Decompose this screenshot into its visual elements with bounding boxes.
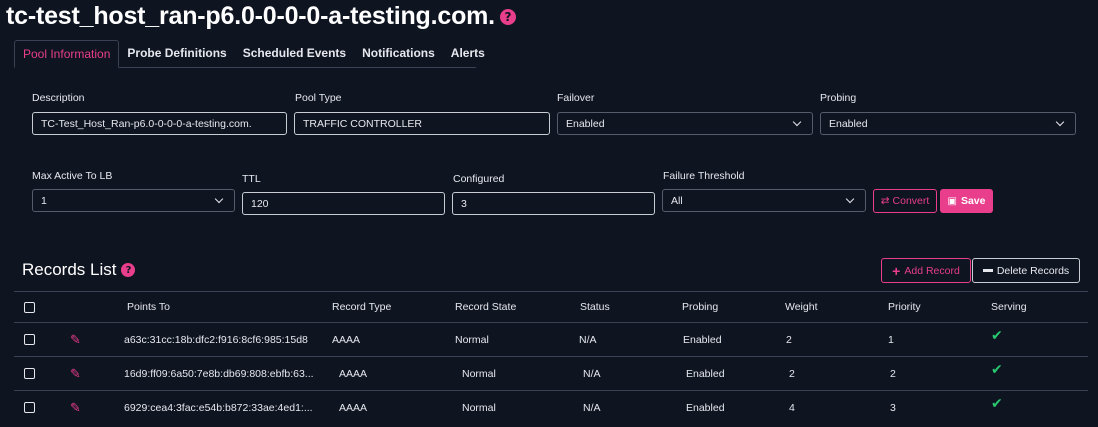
record-state-cell: Normal (455, 333, 489, 346)
priority-cell: 1 (888, 333, 894, 346)
priority-cell: 3 (890, 401, 896, 414)
pool-type-field[interactable]: TRAFFIC CONTROLLER (294, 112, 550, 135)
record-state-cell: Normal (462, 367, 496, 380)
configured-label: Configured (453, 173, 505, 185)
record-type-cell: AAAA (339, 401, 368, 414)
checkmark-icon: ✔ (991, 361, 1003, 377)
configured-value: 3 (461, 197, 467, 210)
page-title: tc-test_host_ran-p6.0-0-0-0-a-testing.co… (6, 2, 516, 31)
configured-input[interactable]: 3 (452, 192, 655, 215)
failure-threshold-select[interactable]: All (662, 189, 866, 212)
probing-label: Probing (820, 92, 857, 104)
column-header[interactable]: Probing (682, 292, 718, 322)
max-active-label: Max Active To LB (32, 170, 113, 182)
points-to-cell: 16d9:ff09:6a50:7e8b:db69:808:ebfb:63... (124, 367, 314, 380)
priority-cell: 2 (890, 367, 896, 380)
failover-label: Failover (557, 92, 595, 104)
max-active-value: 1 (41, 194, 47, 207)
checkmark-icon: ✔ (991, 327, 1003, 343)
table-row: ✎ 16d9:ff09:6a50:7e8b:db69:808:ebfb:63..… (14, 356, 1088, 390)
max-active-select[interactable]: 1 (32, 189, 235, 212)
description-field[interactable]: TC-Test_Host_Ran-p6.0-0-0-0-a-testing.co… (32, 112, 287, 135)
chevron-down-icon (792, 117, 802, 126)
table-header: Points To Record Type Record State Statu… (14, 291, 1088, 322)
chevron-down-icon (1055, 117, 1065, 126)
convert-label: Convert (892, 195, 930, 207)
table-row: ✎ a63c:31cc:18b:dfc2:f916:8cf6:985:15d8 … (14, 322, 1088, 356)
ttl-input[interactable]: 120 (242, 192, 445, 215)
probing-cell: Enabled (683, 333, 722, 346)
failover-select[interactable]: Enabled (557, 112, 813, 135)
tab-probe-definitions[interactable]: Probe Definitions (119, 40, 234, 67)
record-state-cell: Normal (462, 401, 496, 414)
pencil-icon[interactable]: ✎ (70, 357, 81, 390)
minus-icon (982, 269, 993, 272)
record-type-cell: AAAA (332, 333, 361, 346)
table-row: ✎ 6929:cea4:3fac:e54b:b872:33ae:4ed1:...… (14, 390, 1088, 424)
add-record-button[interactable]: + Add Record (881, 258, 971, 283)
status-cell: N/A (583, 367, 601, 380)
page-title-text: tc-test_host_ran-p6.0-0-0-0-a-testing.co… (6, 2, 495, 30)
convert-icon: ⇄ (880, 195, 890, 207)
column-header[interactable]: Priority (888, 292, 921, 322)
plus-icon: + (892, 262, 901, 279)
help-icon[interactable]: ? (499, 8, 516, 25)
tab-pool-information[interactable]: Pool Information (14, 40, 120, 68)
probing-cell: Enabled (686, 367, 725, 380)
column-header[interactable]: Record State (455, 292, 516, 322)
save-icon: ▣ (947, 195, 957, 207)
records-list-title: Records List ? (22, 260, 136, 280)
row-checkbox[interactable] (24, 368, 35, 379)
column-header[interactable]: Status (580, 292, 610, 322)
column-header[interactable]: Points To (127, 292, 170, 322)
select-all-checkbox[interactable] (24, 301, 35, 313)
probing-select[interactable]: Enabled (820, 112, 1076, 135)
tab-bar: Pool Information Probe Definitions Sched… (14, 40, 485, 68)
tab-alerts[interactable]: Alerts (443, 40, 493, 67)
column-header[interactable]: Record Type (332, 292, 391, 322)
description-value: TC-Test_Host_Ran-p6.0-0-0-0-a-testing.co… (41, 117, 252, 130)
chevron-down-icon (845, 194, 855, 203)
column-header[interactable]: Serving (991, 292, 1027, 322)
description-label: Description (32, 92, 85, 104)
weight-cell: 4 (789, 401, 795, 414)
chevron-down-icon (214, 194, 224, 203)
status-cell: N/A (579, 333, 597, 346)
records-list-title-text: Records List (22, 260, 117, 279)
help-icon[interactable]: ? (121, 263, 136, 277)
convert-button[interactable]: ⇄ Convert (873, 189, 937, 213)
probing-cell: Enabled (686, 401, 725, 414)
pencil-icon[interactable]: ✎ (70, 391, 81, 424)
failure-threshold-value: All (671, 194, 683, 207)
pool-type-value: TRAFFIC CONTROLLER (303, 117, 423, 130)
row-checkbox[interactable] (24, 334, 35, 345)
pencil-icon[interactable]: ✎ (70, 323, 81, 356)
ttl-label: TTL (242, 173, 261, 185)
weight-cell: 2 (786, 333, 792, 346)
records-table: Points To Record Type Record State Statu… (14, 291, 1088, 424)
failure-threshold-label: Failure Threshold (663, 170, 745, 182)
add-record-label: Add Record (904, 264, 960, 277)
ttl-value: 120 (251, 197, 269, 210)
status-cell: N/A (583, 401, 601, 414)
column-header[interactable]: Weight (785, 292, 818, 322)
tab-scheduled-events[interactable]: Scheduled Events (235, 40, 354, 67)
checkmark-icon: ✔ (991, 395, 1003, 411)
points-to-cell: a63c:31cc:18b:dfc2:f916:8cf6:985:15d8 (124, 333, 308, 346)
tab-notifications[interactable]: Notifications (354, 40, 443, 67)
points-to-cell: 6929:cea4:3fac:e54b:b872:33ae:4ed1:... (124, 401, 313, 414)
save-label: Save (960, 195, 986, 207)
record-type-cell: AAAA (339, 367, 368, 380)
failover-value: Enabled (566, 117, 605, 130)
pool-type-label: Pool Type (295, 92, 342, 104)
probing-value: Enabled (829, 117, 868, 130)
delete-records-button[interactable]: Delete Records (972, 258, 1080, 283)
row-checkbox[interactable] (24, 402, 35, 413)
save-button[interactable]: ▣ Save (940, 189, 993, 213)
weight-cell: 2 (789, 367, 795, 380)
delete-records-label: Delete Records (996, 264, 1070, 277)
